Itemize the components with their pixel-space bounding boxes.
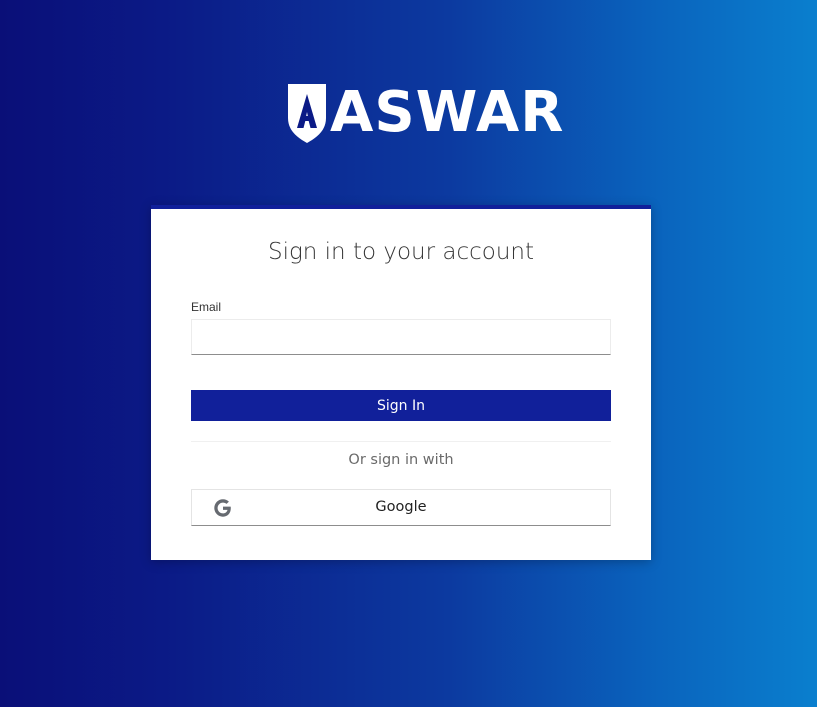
google-signin-label: Google <box>375 499 427 515</box>
page-title: Sign in to your account <box>267 239 535 265</box>
email-field[interactable] <box>191 319 611 355</box>
alt-signin-label: Or sign in with <box>348 452 454 468</box>
sign-in-button[interactable]: Sign In <box>191 390 611 421</box>
email-label: Email <box>191 300 222 314</box>
divider <box>191 441 611 442</box>
brand-logo: ASWAR <box>286 82 564 144</box>
login-card: Sign in to your account Email Sign In Or… <box>151 205 651 560</box>
brand-name: ASWAR <box>330 80 565 145</box>
google-signin-button[interactable]: Google <box>191 489 611 526</box>
shield-icon <box>288 84 326 143</box>
